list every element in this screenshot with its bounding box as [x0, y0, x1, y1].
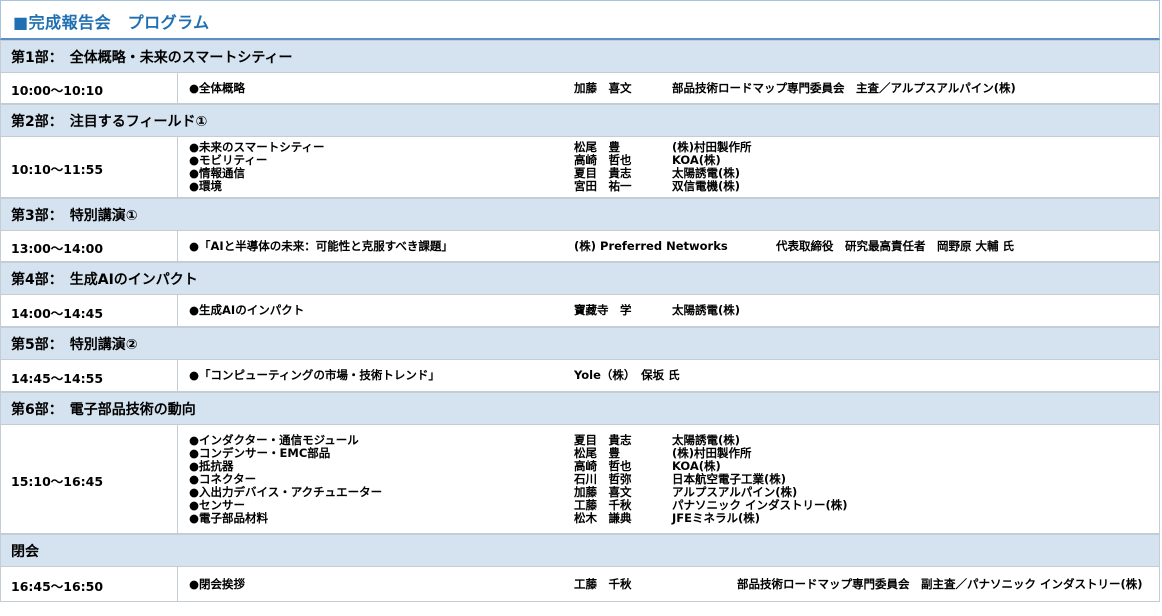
speaker-name: 加藤 喜文	[574, 80, 632, 95]
session-topic: ●電子部品材料	[189, 510, 269, 525]
section-title: 閉会	[11, 544, 39, 560]
program-table: 第1部： 全体概略・未来のスマートシティー 10:00～10:10 ●全体概略 加藤 …	[0, 40, 1160, 602]
time-slot: 14:45～14:55	[11, 370, 104, 386]
speaker-affiliation: 双信電機(株)	[672, 179, 741, 193]
program-row: 14:45～14:55 ●「コンピューティングの市場・技術トレンド」 Yole（株）…	[0, 359, 1160, 392]
column-divider	[177, 73, 178, 103]
section-header: 第5部： 特別講演②	[0, 327, 1160, 359]
session-topic: ●入出力デバイス・アクチュエーター	[189, 484, 383, 499]
speaker-name: 加藤 喜文	[574, 484, 632, 499]
session-topic: ●閉会挨拶	[189, 576, 246, 591]
section-title: 第6部： 電子部品技術の動向	[11, 402, 196, 418]
section-header: 第1部： 全体概略・未来のスマートシティー	[0, 40, 1160, 72]
program-row: 10:10～11:55 ●未来のスマートシティー 松尾 豊 (株)村田製作所 ●モビリテ…	[0, 136, 1160, 198]
column-divider	[177, 567, 178, 601]
program-row: 10:00～10:10 ●全体概略 加藤 喜文 部品技術ロードマップ専門委員会 主査／…	[0, 72, 1160, 104]
speaker-affiliation: アルプスアルパイン(株)	[672, 484, 798, 499]
column-divider	[177, 295, 178, 326]
speaker-name: 夏目 貴志	[574, 432, 632, 447]
speaker-affiliation: 太陽誘電(株)	[672, 303, 741, 317]
session-topic: ●コネクター	[189, 471, 257, 486]
session-topic: ●コンデンサー・EMC部品	[189, 445, 331, 460]
speaker-affiliation: パナソニック インダストリー(株)	[672, 497, 848, 512]
section-header: 第2部： 注目するフィールド①	[0, 104, 1160, 136]
time-slot: 10:10～11:55	[11, 162, 104, 177]
section-title: 第2部： 注目するフィールド①	[11, 114, 208, 130]
speaker-name: 高崎 哲也	[574, 458, 632, 473]
session-topic: ●「AIと半導体の未来：可能性と克服すべき課題」	[189, 238, 453, 253]
section-header: 第3部： 特別講演①	[0, 198, 1160, 230]
speaker-name: 宮田 祐一	[574, 179, 632, 193]
section-title: 第4部： 生成AIのインパクト	[11, 272, 198, 288]
time-slot: 15:10～16:45	[11, 474, 104, 489]
program-row: 15:10～16:45 ●インダクター・通信モジュール 夏目 貴志 太陽誘電(株) ●コ…	[0, 424, 1160, 534]
program-row: 13:00～14:00 ●「AIと半導体の未来：可能性と克服すべき課題」 (株) P…	[0, 230, 1160, 262]
speaker-name: 松木 謙典	[574, 510, 632, 525]
session-topic: ●抵抗器	[189, 458, 234, 473]
speaker-affiliation: 代表取締役 研究最高責任者 岡野原 大輔 氏	[776, 238, 1015, 253]
program-row: 16:45～16:50 ●閉会挨拶 工藤 千秋 部品技術ロードマップ専門委員会 副主査…	[0, 566, 1160, 602]
column-divider	[177, 137, 178, 197]
speaker-name: 工藤 千秋	[574, 576, 632, 591]
session-topic: ●「コンピューティングの市場・技術トレンド」	[189, 368, 440, 382]
speaker-affiliation: 太陽誘電(株)	[672, 432, 741, 447]
column-divider	[177, 425, 178, 533]
section-header: 閉会	[0, 534, 1160, 566]
speaker-name: 石川 哲弥	[574, 471, 632, 486]
page-title: ■完成報告会 プログラム	[13, 13, 210, 32]
speaker-affiliation: (株)村田製作所	[672, 445, 752, 460]
speaker-name: 寶藏寺 学	[574, 303, 632, 317]
session-topic: ●全体概略	[189, 80, 246, 95]
speaker-affiliation: 部品技術ロードマップ専門委員会 副主査／パナソニック インダストリー(株)	[737, 576, 1143, 591]
section-header: 第6部： 電子部品技術の動向	[0, 392, 1160, 424]
time-slot: 16:45～16:50	[11, 579, 104, 594]
session-topic: ●環境	[189, 179, 223, 193]
program-row: 14:00～14:45 ●生成AIのインパクト 寶藏寺 学 太陽誘電(株)	[0, 294, 1160, 327]
speaker-name: Yole（株） 保坂 氏	[574, 368, 680, 382]
column-divider	[177, 231, 178, 261]
speaker-affiliation: JFEミネラル(株)	[672, 510, 761, 525]
section-title: 第5部： 特別講演②	[11, 337, 138, 353]
speaker-affiliation: 日本航空電子工業(株)	[672, 471, 787, 486]
column-divider	[177, 360, 178, 391]
time-slot: 14:00～14:45	[11, 305, 104, 321]
program-title-bar: ■完成報告会 プログラム	[0, 0, 1160, 40]
section-title: 第3部： 特別講演①	[11, 208, 138, 224]
session-topic: ●インダクター・通信モジュール	[189, 432, 359, 447]
speaker-name: 工藤 千秋	[574, 497, 632, 512]
time-slot: 10:00～10:10	[11, 83, 104, 98]
speaker-affiliation: 部品技術ロードマップ専門委員会 主査／アルプスアルパイン(株)	[672, 80, 1016, 95]
section-header: 第4部： 生成AIのインパクト	[0, 262, 1160, 294]
section-title: 第1部： 全体概略・未来のスマートシティー	[11, 50, 293, 66]
session-topic: ●センサー	[189, 497, 246, 512]
time-slot: 13:00～14:00	[11, 241, 104, 256]
speaker-name: 松尾 豊	[574, 445, 620, 460]
session-topic: ●生成AIのインパクト	[189, 303, 305, 317]
speaker-name: (株) Preferred Networks	[574, 238, 728, 253]
speaker-affiliation: KOA(株)	[672, 458, 721, 473]
